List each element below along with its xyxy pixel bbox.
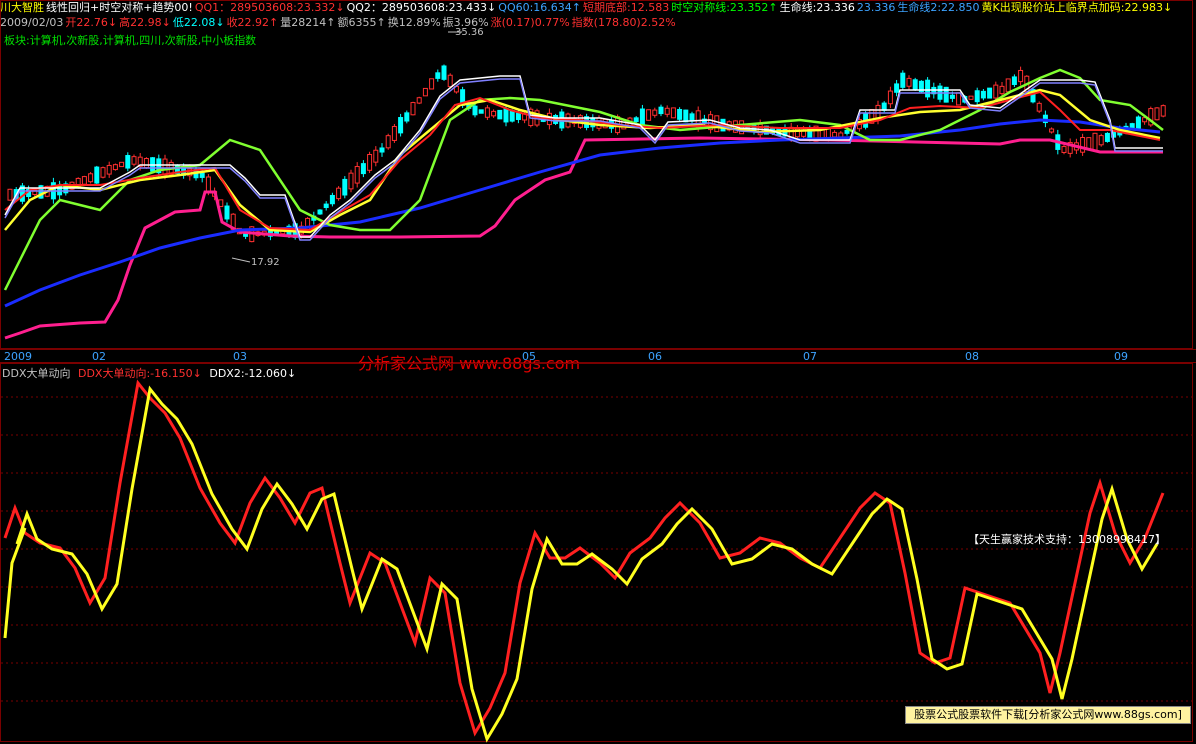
candlesticks (7, 64, 1166, 243)
ddx2-line (3, 385, 1159, 743)
support-contact: 【天生赢家技术支持：13008998417】 (968, 533, 1166, 546)
axis-label-2009: 2009 (4, 350, 32, 363)
axis-label-07: 07 (803, 350, 817, 363)
high-label: 35.36 (455, 27, 484, 38)
price-chart[interactable] (0, 0, 1196, 349)
axis-label-02: 02 (92, 350, 106, 363)
time-axis (0, 349, 1196, 363)
indicator-grid (1, 396, 1192, 702)
ddx2-value: DDX2:-12.060↓ (209, 367, 297, 380)
indicator-name: DDX大单动向 (2, 367, 71, 380)
indicator-title: DDX大单动向 DDX大单动向:-16.150↓ DDX2:-12.060↓ (2, 365, 296, 381)
ddx-value: DDX大单动向:-16.150↓ (77, 367, 202, 380)
axis-label-06: 06 (648, 350, 662, 363)
ddx-indicator-chart[interactable] (0, 363, 1196, 744)
axis-label-09: 09 (1114, 350, 1128, 363)
low-label: 17.92 (251, 257, 280, 268)
axis-label-03: 03 (233, 350, 247, 363)
low-marker (231, 257, 251, 263)
axis-label-08: 08 (965, 350, 979, 363)
download-link[interactable]: 股票公式股票软件下载[分析家公式网www.88gs.com] (905, 706, 1191, 724)
